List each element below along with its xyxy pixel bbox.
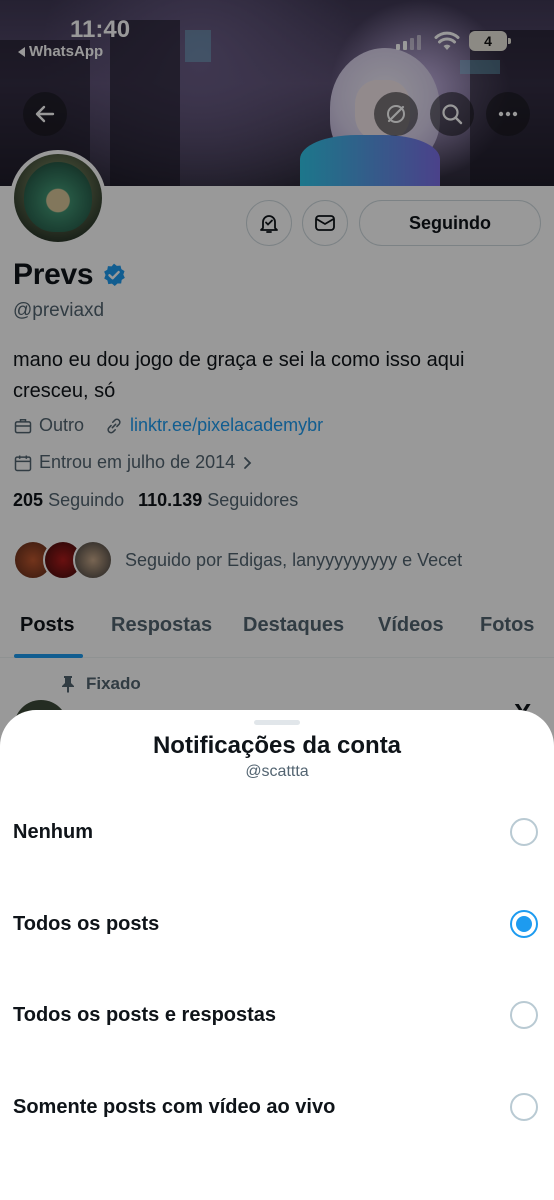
option-somente-video-ao-vivo[interactable]: Somente posts com vídeo ao vivo xyxy=(0,1067,554,1147)
option-label: Todos os posts xyxy=(13,913,160,935)
sheet-title: Notificações da conta xyxy=(152,732,402,759)
option-label: Nenhum xyxy=(13,821,93,843)
sheet-subtitle: @scattta xyxy=(245,763,309,780)
radio-button[interactable] xyxy=(510,1093,538,1121)
sheet-grabber[interactable] xyxy=(254,720,300,725)
option-posts-e-respostas[interactable]: Todos os posts e respostas xyxy=(0,975,554,1055)
option-label: Todos os posts e respostas xyxy=(13,1004,277,1026)
option-todos-os-posts[interactable]: Todos os posts xyxy=(0,884,554,964)
option-label: Somente posts com vídeo ao vivo xyxy=(13,1096,336,1118)
radio-button[interactable] xyxy=(510,1001,538,1029)
account-notifications-sheet: Notificações da conta @scattta Nenhum To… xyxy=(0,710,554,1200)
radio-button[interactable] xyxy=(510,818,538,846)
option-nenhum[interactable]: Nenhum xyxy=(0,792,554,872)
radio-button-selected[interactable] xyxy=(510,910,538,938)
